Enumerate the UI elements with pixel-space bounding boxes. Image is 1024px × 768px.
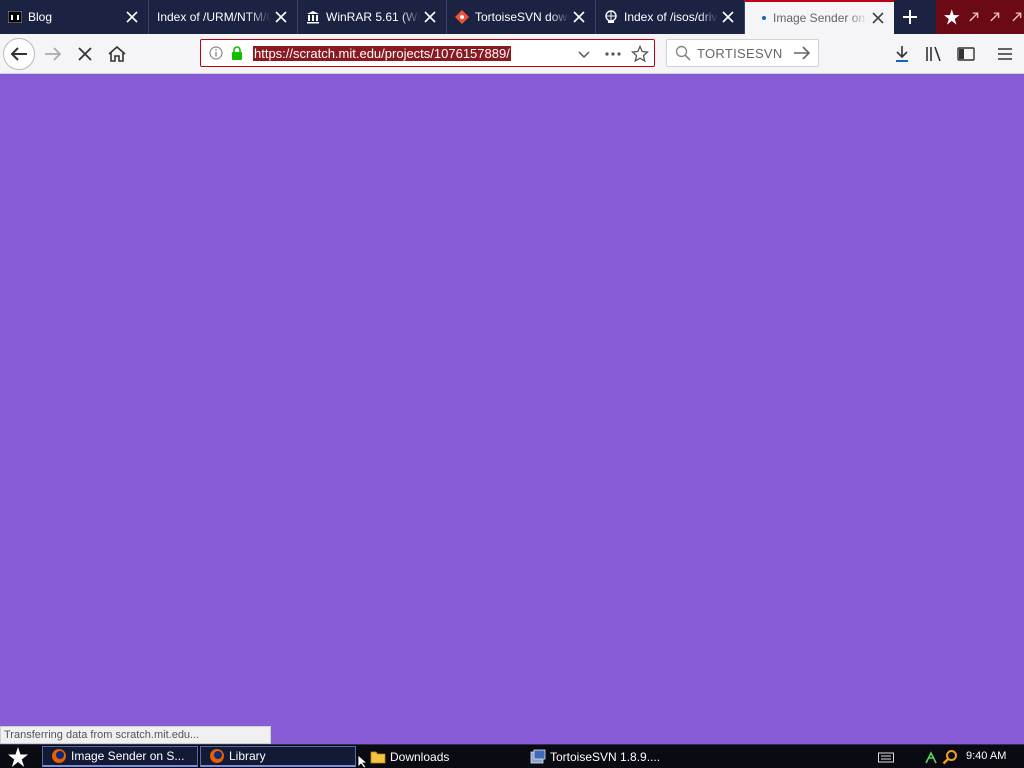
folder-icon [370,749,386,765]
home-button[interactable] [104,42,130,66]
stop-button[interactable] [72,42,98,66]
task-label: TortoiseSVN 1.8.9.... [550,749,661,764]
library-icon [209,748,225,764]
search-tray-icon[interactable] [942,749,958,765]
taskbar: Image Sender on S... Library Downloads T… [0,744,1024,768]
tab-title: TortoiseSVN downloads [475,10,569,24]
forward-button[interactable] [40,42,66,66]
tab-title: Index of /isos/drivers [624,10,718,24]
url-text[interactable]: https://scratch.mit.edu/projects/1076157… [253,46,511,61]
navigation-toolbar: https://scratch.mit.edu/projects/1076157… [0,34,1024,74]
page-content[interactable] [0,74,1024,744]
tab-title: WinRAR 5.61 (Windows) [326,10,420,24]
search-icon [675,45,691,61]
back-arrow-icon [10,47,27,61]
star-badge-icon [944,9,960,25]
start-star-icon [8,747,28,767]
window-controls [936,0,1024,34]
chevron-down-icon[interactable] [576,46,592,62]
library-building-icon [306,10,320,24]
git-diamond-icon [455,10,469,24]
tab-blog[interactable]: Blog [0,0,149,34]
close-window-icon[interactable] [1009,9,1024,25]
library-icon [926,46,941,62]
home-icon [108,46,126,62]
clock[interactable]: 9:40 AM [966,750,1006,762]
tab-image-sender[interactable]: Image Sender on Scratch [745,0,894,34]
search-input[interactable]: TORTISESVN [697,46,783,61]
hamburger-icon [998,48,1012,60]
lock-icon[interactable] [230,46,244,60]
mouse-cursor-icon [357,755,369,768]
close-tab-icon[interactable] [868,8,888,28]
page-actions-icon[interactable] [604,46,622,62]
go-arrow-icon[interactable] [793,45,811,61]
tab-title: Image Sender on Scratch [773,11,868,25]
task-tortoisesvn-installer[interactable]: TortoiseSVN 1.8.9.... [522,746,682,767]
menu-button[interactable] [993,42,1017,66]
tab-winrar[interactable]: WinRAR 5.61 (Windows) [298,0,447,34]
close-tab-icon[interactable] [122,7,142,27]
firefox-icon [51,748,67,764]
info-icon[interactable] [209,46,223,60]
task-image-sender[interactable]: Image Sender on S... [42,746,198,767]
sidebar-button[interactable] [954,42,978,66]
loading-dot-icon [753,11,767,25]
task-label: Downloads [390,749,450,764]
network-icon[interactable] [924,749,938,765]
minimize-icon[interactable] [966,9,982,25]
task-downloads[interactable]: Downloads [362,746,522,767]
tab-title: Index of /URM/NTM/Games [157,10,271,24]
bookmark-star-icon[interactable] [631,45,649,63]
forward-arrow-icon [45,47,62,61]
tab-isos-index[interactable]: Index of /isos/drivers [596,0,745,34]
downloads-button[interactable] [890,42,914,66]
close-tab-icon[interactable] [271,7,291,27]
stop-x-icon [78,47,92,61]
url-bar[interactable]: https://scratch.mit.edu/projects/1076157… [200,39,655,67]
start-button[interactable] [4,746,32,768]
tab-strip: Blog Index of /URM/NTM/Games WinRAR 5.61… [0,0,1024,34]
task-library[interactable]: Library [200,746,356,767]
installer-icon [530,749,546,765]
tab-tortoisesvn[interactable]: TortoiseSVN downloads [447,0,596,34]
keyboard-icon[interactable] [878,751,894,763]
close-tab-icon[interactable] [420,7,440,27]
maximize-icon[interactable] [987,9,1003,25]
library-button[interactable] [922,42,946,66]
sidebar-icon [957,47,975,61]
blog-favicon-icon [8,10,22,24]
close-tab-icon[interactable] [569,7,589,27]
download-icon [896,46,908,62]
close-tab-icon[interactable] [718,7,738,27]
ftp-network-icon [604,10,618,24]
search-bar[interactable]: TORTISESVN [666,39,819,67]
tab-title: Blog [28,10,53,24]
task-label: Image Sender on S... [71,749,185,763]
tab-urm-index[interactable]: Index of /URM/NTM/Games [149,0,298,34]
new-tab-button[interactable] [894,0,926,34]
back-button[interactable] [3,38,35,70]
plus-icon [903,10,917,24]
task-label: Library [229,749,266,763]
status-bar: Transferring data from scratch.mit.edu..… [0,726,271,744]
